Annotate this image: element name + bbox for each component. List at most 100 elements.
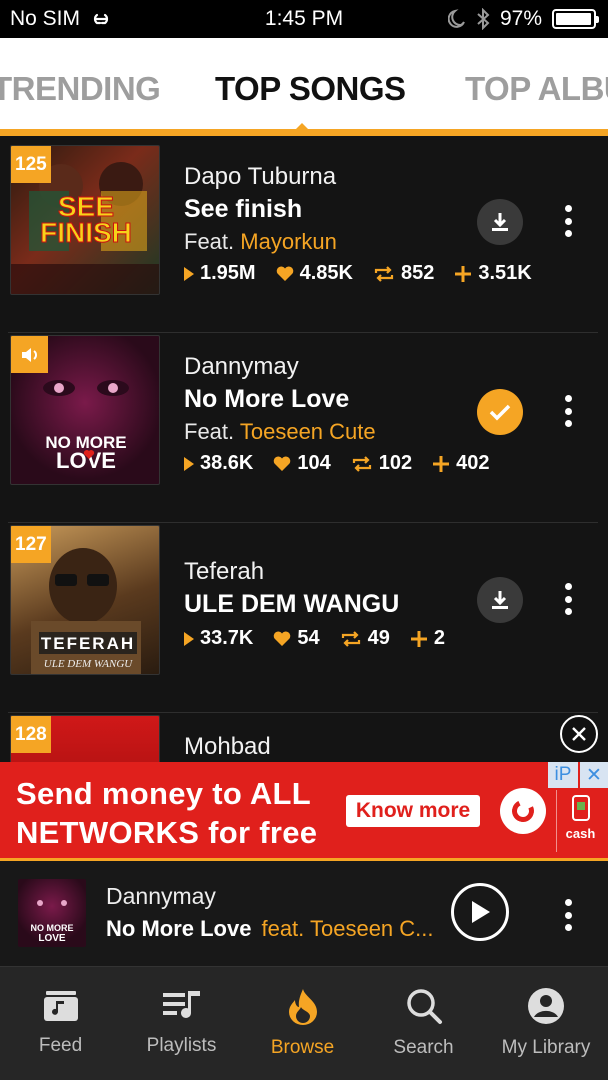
reposts-stat: 49 [340, 627, 390, 650]
music-note-icon [43, 991, 78, 1021]
feat-artist-link[interactable]: Toeseen Cute [240, 419, 376, 444]
nav-browse[interactable]: Browse [242, 967, 363, 1080]
song-artist[interactable]: Mohbad [184, 733, 271, 761]
feat-label: Feat. [184, 419, 235, 444]
more-options-button[interactable] [556, 391, 580, 431]
feat-artist-link[interactable]: Mayorkun [240, 229, 337, 254]
battery-icon [552, 9, 599, 29]
song-list[interactable]: SEE FINISH 125 Dapo Tuburna See finish F… [0, 143, 608, 762]
nav-playlists-label: Playlists [146, 1035, 217, 1056]
vodafone-logo-icon [500, 788, 546, 834]
app-root: No SIM 1:45 PM 97% TRENDING TOP SONGS TO… [0, 0, 608, 1080]
player-more-button[interactable] [556, 895, 580, 935]
repost-icon [374, 265, 394, 282]
bottom-nav: Feed Playlists Browse Search My Library [0, 966, 608, 1080]
song-row[interactable]: NO MORE LOVE Dannymay No More Love Feat.… [0, 333, 608, 523]
nav-search[interactable]: Search [363, 967, 484, 1080]
rank-badge: 125 [11, 146, 51, 183]
album-art[interactable]: TEFERAH ULE DEM WANGU 127 [10, 525, 160, 675]
repost-icon [341, 630, 360, 647]
song-artist[interactable]: Teferah [184, 558, 264, 586]
moon-icon [447, 9, 465, 28]
likes-count: 4.85K [299, 262, 353, 284]
nav-feed-label: Feed [38, 1035, 83, 1056]
ad-cash-logo: cash [556, 790, 604, 852]
more-options-button[interactable] [556, 579, 580, 619]
plays-count: 33.7K [200, 627, 254, 649]
nav-my-library[interactable]: My Library [484, 967, 608, 1080]
more-options-button[interactable] [556, 201, 580, 241]
play-count-icon [184, 456, 194, 471]
plus-icon [455, 265, 472, 282]
album-art[interactable]: 128 [10, 715, 160, 762]
active-tab-indicator [293, 123, 311, 132]
download-button[interactable] [477, 199, 523, 245]
likes-stat: 54 [273, 627, 320, 650]
song-title[interactable]: No More Love [184, 385, 349, 414]
svg-text:FINISH: FINISH [40, 217, 132, 248]
download-icon [492, 213, 508, 231]
likes-count: 54 [297, 627, 320, 649]
now-playing-badge [11, 336, 48, 373]
bluetooth-icon [477, 8, 490, 30]
play-icon [472, 901, 490, 923]
song-title[interactable]: See finish [184, 195, 302, 224]
nav-feed[interactable]: Feed [0, 967, 121, 1080]
album-art[interactable]: SEE FINISH 125 [10, 145, 160, 295]
tab-top-albums[interactable]: TOP ALBUMS [465, 70, 608, 108]
plays-stat: 1.95M [184, 262, 256, 285]
heart-icon [274, 455, 291, 471]
song-stats: 1.95M 4.85K 852 3.51K [184, 262, 552, 285]
plays-stat: 33.7K [184, 627, 253, 650]
now-playing-art[interactable]: NO MORE LOVE [18, 879, 86, 947]
status-bar: No SIM 1:45 PM 97% [0, 0, 608, 38]
tab-trending[interactable]: TRENDING [0, 70, 161, 108]
play-button[interactable] [451, 883, 509, 941]
adds-count: 402 [456, 452, 490, 474]
reposts-stat: 852 [373, 262, 434, 285]
ad-line-2: NETWORKS for free [16, 815, 318, 850]
nav-playlists[interactable]: Playlists [121, 967, 242, 1080]
svg-text:ULE DEM WANGU: ULE DEM WANGU [44, 658, 134, 670]
ad-info-badge[interactable]: iP [548, 762, 578, 788]
song-artist[interactable]: Dapo Tuburna [184, 163, 336, 191]
likes-stat: 4.85K [276, 262, 353, 285]
song-row[interactable]: TEFERAH ULE DEM WANGU 127 Teferah ULE DE… [0, 523, 608, 713]
close-icon [572, 727, 586, 741]
tab-top-songs[interactable]: TOP SONGS [215, 70, 406, 108]
rank-badge: 127 [11, 526, 51, 563]
playlist-icon [162, 991, 200, 1018]
flame-icon [288, 989, 317, 1025]
song-artist[interactable]: Dannymay [184, 353, 299, 381]
plays-stat: 38.6K [184, 452, 253, 475]
ad-banner[interactable]: Send money to ALL NETWORKS for free Know… [0, 762, 608, 858]
now-playing-bar[interactable]: NO MORE LOVE Dannymay No More Love feat. … [0, 858, 608, 966]
ad-cash-label: cash [565, 826, 596, 841]
album-art[interactable]: NO MORE LOVE [10, 335, 160, 485]
now-playing-artist: Dannymay [106, 883, 216, 909]
play-count-icon [184, 266, 194, 281]
reposts-count: 102 [378, 452, 413, 474]
svg-text:NO MORE: NO MORE [30, 923, 73, 933]
adds-stat: 3.51K [454, 262, 532, 285]
adds-count: 2 [433, 627, 445, 649]
reposts-count: 852 [400, 262, 435, 284]
now-playing-title: No More Love [106, 916, 252, 941]
song-row[interactable]: SEE FINISH 125 Dapo Tuburna See finish F… [0, 143, 608, 333]
svg-text:LOVE: LOVE [38, 933, 66, 944]
download-button[interactable] [477, 577, 523, 623]
song-stats: 33.7K 54 49 2 [184, 627, 465, 650]
ad-dismiss-badge[interactable]: ✕ [580, 762, 608, 788]
likes-count: 104 [297, 452, 331, 474]
song-featuring: Feat. Toeseen Cute [184, 419, 376, 445]
speaker-icon [21, 347, 37, 362]
song-title[interactable]: ULE DEM WANGU [184, 590, 399, 619]
song-featuring: Feat. Mayorkun [184, 229, 337, 255]
ad-know-more-button[interactable]: Know more [346, 795, 480, 827]
feat-label: Feat. [184, 229, 235, 254]
downloaded-button[interactable] [477, 389, 523, 435]
song-row[interactable]: 128 Mohbad [0, 713, 608, 762]
download-icon [492, 591, 508, 609]
ad-close-button[interactable] [560, 715, 598, 753]
now-playing-art-image: NO MORE LOVE [30, 900, 74, 944]
